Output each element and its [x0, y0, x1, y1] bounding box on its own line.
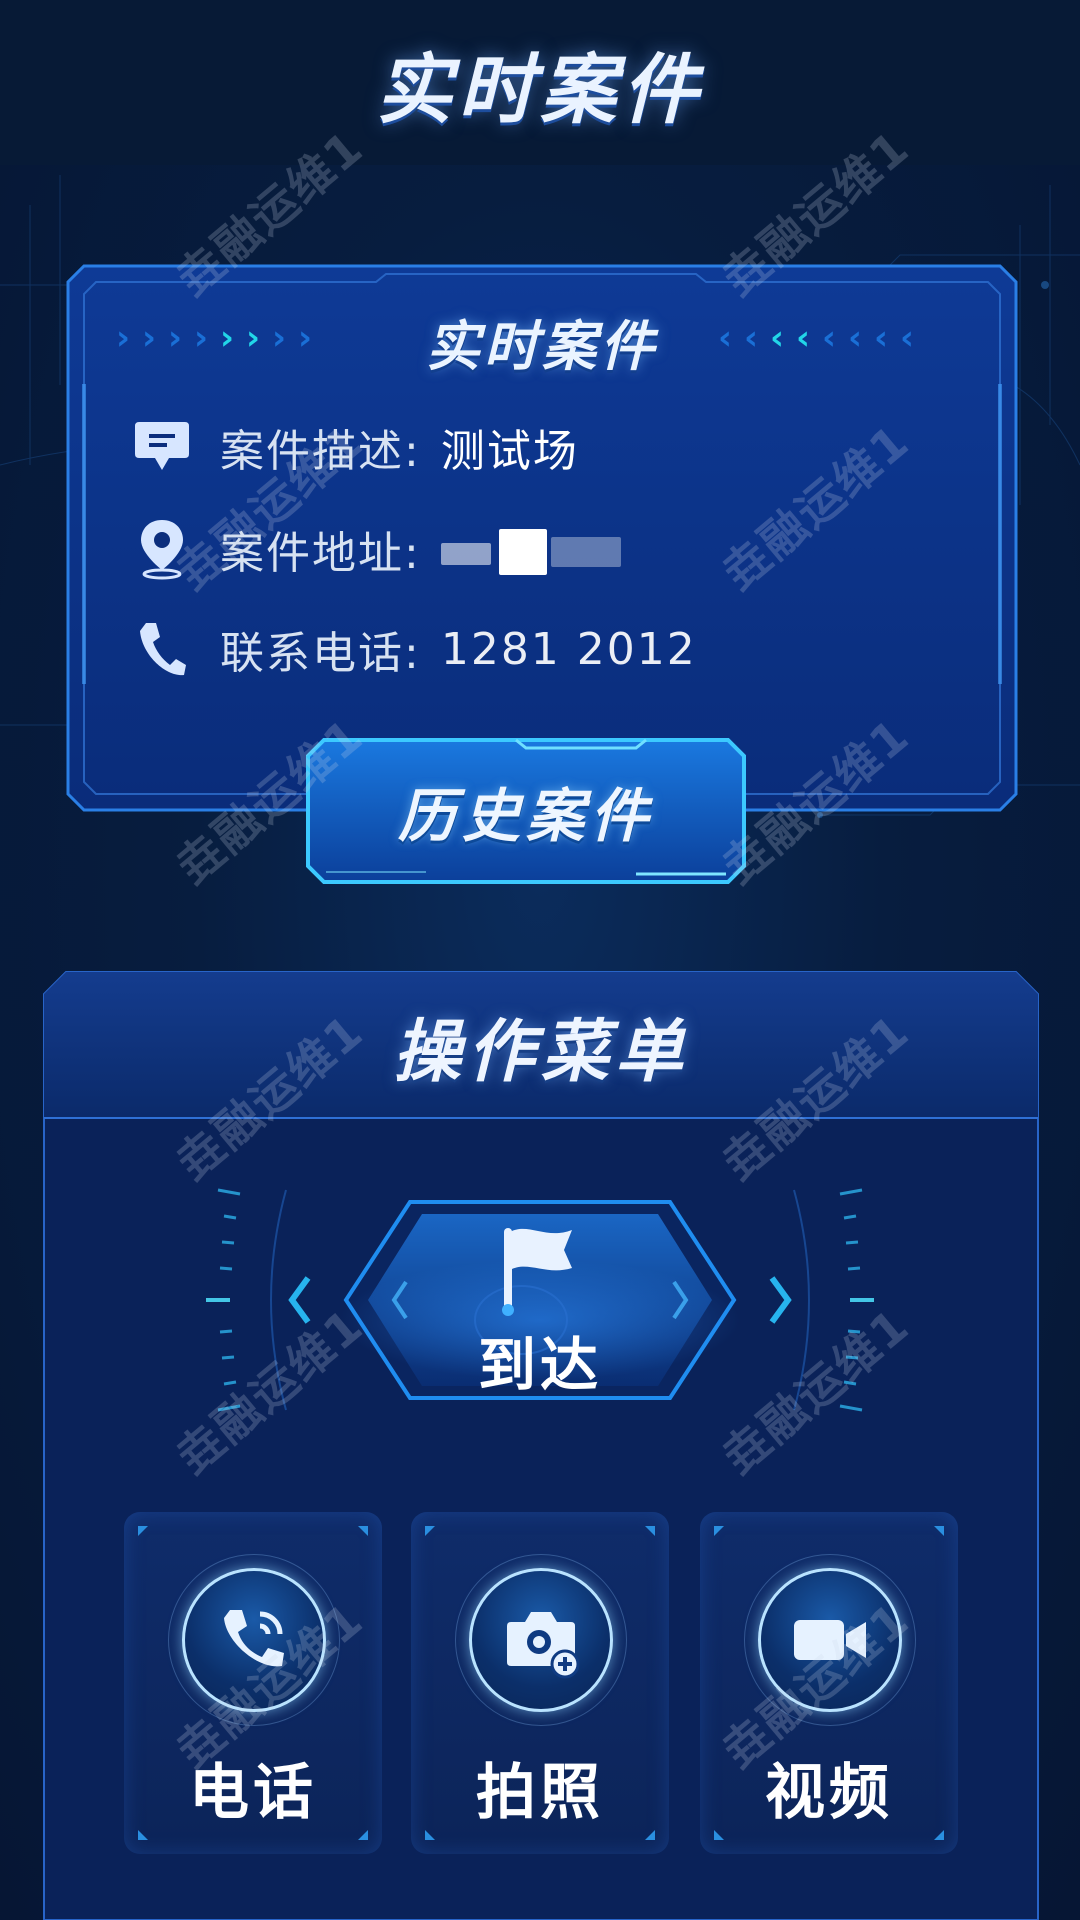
- corner-mark: [425, 1830, 435, 1840]
- case-card-title-text: 实时案件: [426, 314, 658, 378]
- case-field-address: 案件地址:: [132, 514, 631, 584]
- arrive-label: 到达: [477, 1331, 602, 1399]
- corner-mark: [714, 1526, 724, 1536]
- camera-add-icon: [469, 1568, 613, 1712]
- ops-menu-title-text: 操作菜单: [392, 1012, 689, 1092]
- history-cases-label: 历史案件: [397, 782, 654, 850]
- phone-call-tile[interactable]: 电话: [124, 1512, 382, 1854]
- field-label: 案件描述:: [220, 426, 421, 477]
- corner-mark: [138, 1830, 148, 1840]
- corner-mark: [934, 1830, 944, 1840]
- video-camera-icon: [758, 1568, 902, 1712]
- field-label: 案件地址:: [220, 528, 421, 579]
- page-header: 实时案件: [0, 0, 1080, 165]
- corner-mark: [138, 1526, 148, 1536]
- corner-mark: [645, 1830, 655, 1840]
- history-cases-button[interactable]: 历史案件: [306, 738, 746, 884]
- corner-mark: [358, 1830, 368, 1840]
- arrive-button[interactable]: 到达: [196, 1170, 884, 1430]
- field-value: 测试场: [440, 426, 579, 477]
- flag-icon: [502, 1228, 572, 1316]
- field-label: 联系电话:: [220, 628, 421, 679]
- case-field-description: 案件描述: 测试场: [132, 412, 579, 482]
- tile-label: 视频: [765, 1758, 893, 1828]
- phone-icon: [132, 619, 192, 679]
- corner-mark: [934, 1526, 944, 1536]
- ops-menu-title: 操作菜单: [42, 990, 1040, 1100]
- tile-label: 拍照: [476, 1758, 604, 1828]
- field-value-redacted: [440, 523, 631, 575]
- video-tile[interactable]: 视频: [700, 1512, 958, 1854]
- photo-tile[interactable]: 拍照: [411, 1512, 669, 1854]
- corner-mark: [714, 1830, 724, 1840]
- case-field-phone: 联系电话: 1281 2012: [132, 614, 697, 684]
- page-title: 实时案件: [376, 44, 704, 134]
- case-card-title: 实时案件: [66, 306, 1018, 378]
- tile-label: 电话: [189, 1758, 317, 1828]
- corner-mark: [645, 1526, 655, 1536]
- field-value: 1281 2012: [440, 623, 697, 675]
- corner-mark: [425, 1526, 435, 1536]
- corner-mark: [358, 1526, 368, 1536]
- phone-call-icon: [182, 1568, 326, 1712]
- location-pin-icon: [132, 519, 192, 580]
- message-icon: [132, 417, 192, 477]
- case-card: › › › › › › › › ‹ ‹ ‹ ‹ ‹ ‹ ‹ ‹ 实时案件 案件描述: 测试场 案件地址:: [66, 264, 1018, 812]
